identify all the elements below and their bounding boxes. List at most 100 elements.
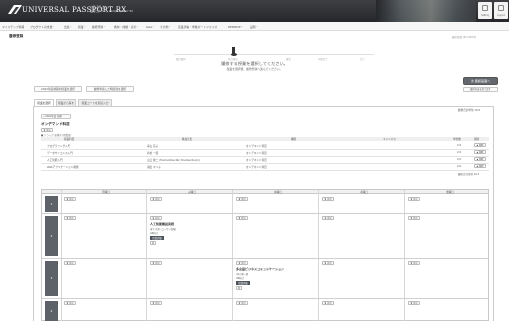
add-class-button[interactable]: ▼ 追加	[322, 261, 334, 265]
add-ondemand-button[interactable]: ▼ 追加	[41, 128, 53, 132]
check-back-button[interactable]: 履修内容を見て戻す	[463, 87, 498, 92]
entry-remove-button[interactable]: ▼	[236, 286, 242, 290]
course-teacher: 山口 健二 (Humanities Nor Studies Room)	[147, 159, 200, 162]
entry-note: AB科目	[236, 277, 244, 280]
col-divider	[404, 190, 405, 321]
add-class-button[interactable]: ▼ 追加	[64, 197, 76, 201]
add-class-button[interactable]: ▼ 追加	[236, 261, 248, 265]
tab-select-class[interactable]: 授業を選択	[34, 99, 54, 106]
timetable-entry[interactable]: 多言語ビジネスコミュニケーション 中村 健一郎 AB科目 授業詳細 ▼	[236, 267, 316, 297]
nav-program[interactable]: プロダクトの支援・	[30, 25, 55, 29]
period-label: 2	[45, 216, 58, 256]
day-header: 金曜日	[446, 191, 454, 195]
add-class-button[interactable]: ▼ 追加	[408, 197, 420, 201]
col-divider	[61, 190, 62, 321]
nav-portfolio[interactable]: 就業手帳・学籍ボートフォリオ	[178, 25, 217, 29]
col-divider	[232, 190, 233, 321]
next-confirm-button[interactable]: 次 確認画面へ	[463, 77, 498, 85]
column-header: 教員氏名	[182, 138, 193, 142]
copy-prev-semester-button[interactable]: 2022年度前期の授業を選択	[34, 86, 82, 92]
course-period: オンデマンド科目	[246, 152, 267, 155]
semester-select[interactable]: ＜2022年度 前期	[41, 114, 71, 119]
setting-button[interactable]: Setting	[478, 2, 492, 19]
column-header: 単位数	[453, 138, 461, 142]
add-class-button[interactable]: ▼ 追加	[150, 216, 162, 220]
add-class-button[interactable]: ▼ 追加	[64, 261, 76, 265]
course-name: 人工知能入門	[47, 159, 63, 162]
timetable-entry[interactable]: 人工知能概説実践 南下 布美 (ユーザー情報) AB科目 授業詳細 ▼	[150, 222, 230, 256]
entry-title: 人工知能概説実践	[150, 222, 175, 226]
page-id: 履修登録 (Emr0053)	[452, 36, 477, 39]
course-teacher: 浦田 マリ子	[147, 166, 161, 169]
logout-icon	[498, 5, 504, 11]
day-header: 月曜日	[102, 191, 110, 195]
nav-materials[interactable]: 教材・成績・点の・	[114, 25, 139, 29]
row-divider	[41, 149, 489, 150]
add-class-button[interactable]: ▼ 追加	[236, 301, 248, 305]
progress-track	[174, 54, 374, 55]
units-total: 履修合計単位 10.0	[458, 109, 481, 112]
add-class-button[interactable]: ▼ 追加	[236, 216, 248, 220]
nav-other[interactable]: その他・	[160, 25, 171, 29]
section-title: オンデマンド科目	[41, 122, 70, 126]
course-period: オンデマンド科目	[246, 145, 267, 148]
course-credits: 2.0	[457, 158, 462, 161]
delete-course-button[interactable]: ▲ 削除	[474, 157, 486, 161]
add-class-button[interactable]: ▼ 追加	[150, 261, 162, 265]
period-label: 4	[45, 301, 58, 321]
nav-registration[interactable]: 履修登録・	[92, 25, 106, 29]
row-divider	[41, 163, 489, 164]
entry-title: 多言語ビジネスコミュニケーション	[236, 267, 284, 271]
period-label: 3	[45, 261, 58, 296]
add-class-button[interactable]: ▼ 追加	[322, 301, 334, 305]
delete-course-button[interactable]: ▲ 削除	[474, 143, 486, 147]
add-class-button[interactable]: ▼ 追加	[150, 301, 162, 305]
add-class-button[interactable]: ▼ 追加	[150, 197, 162, 201]
column-header: 削除	[474, 138, 480, 142]
apply-other-timetable-button[interactable]: 履修申請した時間割を選択	[86, 86, 134, 92]
tab-direct-code[interactable]: 授業コードを直接入力	[78, 99, 112, 106]
add-class-button[interactable]: ▼ 追加	[408, 216, 420, 220]
course-name: データサイエンス入門	[47, 152, 73, 155]
add-class-button[interactable]: ▼ 追加	[408, 261, 420, 265]
course-period: オンデマンド科目	[246, 159, 267, 162]
nav-qa[interactable]: Q&A・	[146, 25, 155, 29]
entry-detail-badge[interactable]: 授業詳細	[236, 281, 250, 285]
nav-attendance[interactable]: 出席・	[64, 25, 72, 29]
col-divider	[146, 190, 147, 321]
user-info: 山田 花子さん 最終ログイン：2022/04/22 17:30	[90, 5, 133, 13]
logo-icon	[8, 5, 22, 14]
add-class-button[interactable]: ▼ 追加	[322, 216, 334, 220]
nav-class[interactable]: 授業・	[78, 25, 86, 29]
course-teacher: 赤松 一郎	[147, 152, 159, 155]
column-header: 曜限	[291, 138, 297, 142]
nav-my-step[interactable]: マイステップ情報	[2, 25, 24, 29]
table-units-total: 履修合計単位 10.0	[458, 173, 480, 176]
course-credits: 2.0	[457, 144, 462, 147]
delete-course-button[interactable]: ▲ 削除	[474, 150, 486, 154]
course-period: オンデマンド科目	[246, 166, 267, 169]
timetable-grid: 月曜日 火曜日 水曜日 木曜日 金曜日 1 2 3 4 ▼ 追加 ▼ 追加 ▼ …	[41, 189, 489, 321]
entry-note: AB科目	[150, 232, 158, 235]
course-name: プログラミング入門	[47, 145, 71, 148]
logout-button[interactable]: Logout	[494, 2, 508, 19]
delete-course-button[interactable]: ▲ 削除	[474, 164, 486, 168]
entry-detail-badge[interactable]: 授業詳細	[150, 236, 164, 240]
add-class-button[interactable]: ▼ 追加	[322, 197, 334, 201]
course-name: Webアプリケーション開発	[47, 166, 79, 169]
tab-search-class[interactable]: 授業から探す	[56, 99, 76, 106]
page-title: 履修登録	[9, 34, 24, 38]
entry-remove-button[interactable]: ▼	[150, 241, 156, 245]
add-class-button[interactable]: ▼ 追加	[408, 301, 420, 305]
row-divider	[41, 170, 489, 171]
nav-reserve[interactable]: RESERVE・	[228, 25, 244, 29]
nav-survey[interactable]: 設問・	[250, 25, 258, 29]
row-divider	[42, 258, 488, 259]
add-class-button[interactable]: ▼ 追加	[236, 197, 248, 201]
gear-icon	[482, 5, 488, 11]
add-class-button[interactable]: ▼ 追加	[64, 301, 76, 305]
period-label: 1	[45, 196, 58, 212]
add-class-button[interactable]: ▼ 追加	[64, 216, 76, 220]
course-teacher: 青山 花子	[147, 145, 159, 148]
row-divider	[41, 156, 489, 157]
